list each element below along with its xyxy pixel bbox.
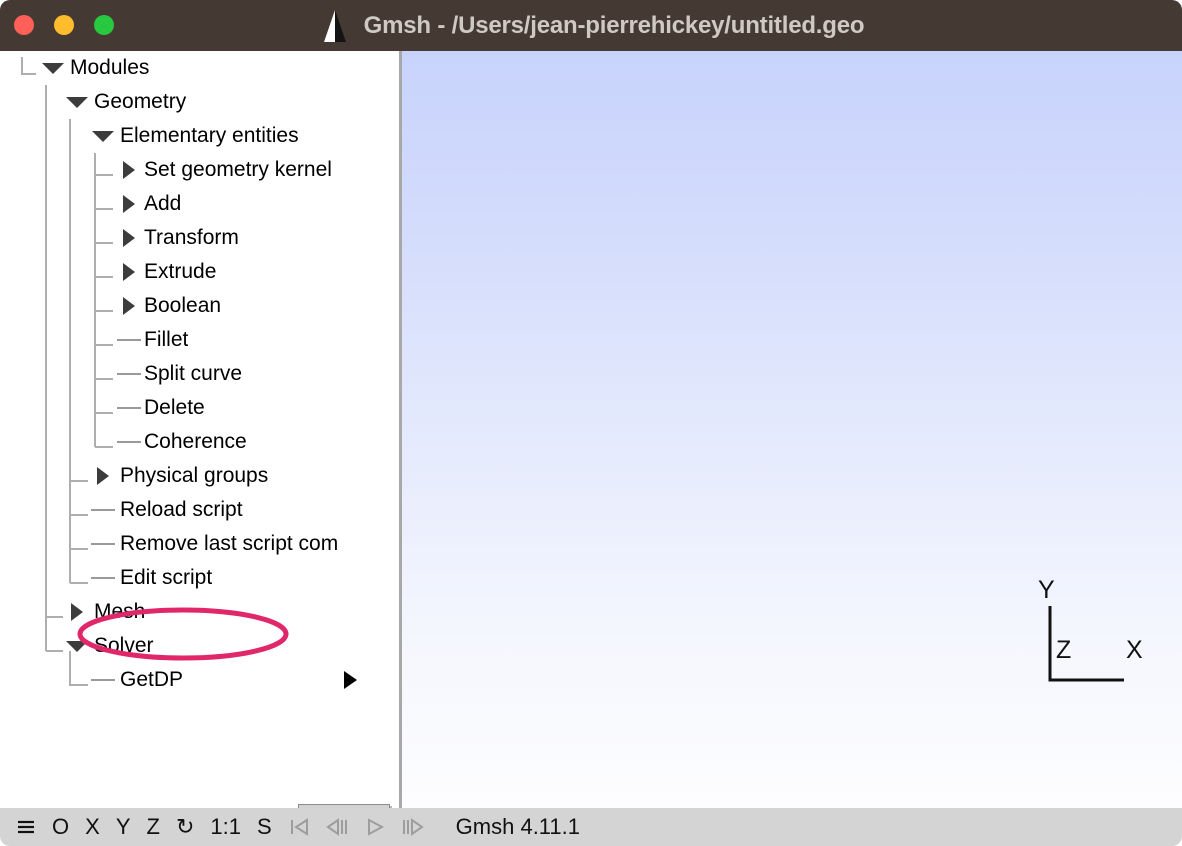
axis-label-z: Z xyxy=(1056,636,1072,664)
tree-item-label: Remove last script com xyxy=(120,532,339,555)
tree-item[interactable]: Mesh xyxy=(0,595,399,629)
chevron-right-icon[interactable] xyxy=(112,289,146,323)
tree-item-label: Extrude xyxy=(144,260,217,283)
tree-item[interactable]: Geometry xyxy=(0,85,399,119)
tree-item[interactable]: Fillet xyxy=(0,323,399,357)
gmsh-pyramid-logo-icon xyxy=(323,9,346,42)
tree-item-label: Geometry xyxy=(94,90,187,113)
tree-item-label: Coherence xyxy=(144,430,247,453)
chevron-right-icon[interactable] xyxy=(86,459,120,493)
tree-leaf-dash-icon xyxy=(86,663,120,697)
y-axis-icon[interactable]: Y xyxy=(108,808,139,846)
tree-item[interactable]: GetDP xyxy=(0,663,399,697)
tree-leaf-dash-icon xyxy=(112,391,146,425)
tree-leaf-dash-icon xyxy=(112,357,146,391)
tree-leaf-dash-icon xyxy=(112,323,146,357)
tree-item-label: Transform xyxy=(144,226,239,249)
tree-item-label: Boolean xyxy=(144,294,222,317)
chevron-down-icon[interactable] xyxy=(60,85,94,119)
tree-item-label: GetDP xyxy=(120,668,184,691)
gmsh-window: Gmsh - /Users/jean-pierrehickey/untitled… xyxy=(0,0,1182,846)
module-tree: Modules Geometry Elementary entities Set ge… xyxy=(0,51,399,697)
tree-item-label: Add xyxy=(144,192,182,215)
tree-item[interactable]: Delete xyxy=(0,391,399,425)
title-bar: Gmsh - /Users/jean-pierrehickey/untitled… xyxy=(0,0,1182,51)
title-center-group: Gmsh - /Users/jean-pierrehickey/untitled… xyxy=(0,0,1182,51)
tree-item-label: Modules xyxy=(70,56,150,79)
step-backward-icon[interactable] xyxy=(318,816,356,838)
tree-leaf-dash-icon xyxy=(86,561,120,595)
rotate-icon[interactable]: ↻ xyxy=(168,808,202,846)
tree-item[interactable]: Reload script xyxy=(0,493,399,527)
tree-item-label: Delete xyxy=(144,396,205,419)
origin-icon[interactable]: O xyxy=(44,808,77,846)
tree-item[interactable]: Boolean xyxy=(0,289,399,323)
tree-item-label: Physical groups xyxy=(120,464,269,487)
tree-leaf-dash-icon xyxy=(86,493,120,527)
z-axis-icon[interactable]: Z xyxy=(139,808,168,846)
tree-item[interactable]: Extrude xyxy=(0,255,399,289)
tree-item-label: Solver xyxy=(94,634,154,657)
module-tree-panel: Modules Geometry Elementary entities Set ge… xyxy=(0,51,399,808)
tree-item[interactable]: Coherence xyxy=(0,425,399,459)
select-mode-label[interactable]: S xyxy=(249,808,280,846)
tree-item-label: Mesh xyxy=(94,600,146,623)
axis-label-x: X xyxy=(1126,636,1143,664)
tree-item[interactable]: Physical groups xyxy=(0,459,399,493)
play-icon[interactable] xyxy=(356,816,394,838)
submenu-arrow-icon[interactable] xyxy=(344,671,357,689)
tree-leaf-dash-icon xyxy=(86,527,120,561)
chevron-right-icon[interactable] xyxy=(112,187,146,221)
graphics-viewport[interactable]: Y X Z xyxy=(402,51,1182,808)
step-forward-icon[interactable] xyxy=(394,816,432,838)
main-body: Modules Geometry Elementary entities Set ge… xyxy=(0,51,1182,808)
window-title: Gmsh - /Users/jean-pierrehickey/untitled… xyxy=(363,11,865,39)
chevron-right-icon[interactable] xyxy=(112,221,146,255)
tree-item[interactable]: Solver xyxy=(0,629,399,663)
tree-item-label: Reload script xyxy=(120,498,243,521)
skip-to-start-icon[interactable] xyxy=(280,816,318,838)
menu-icon[interactable] xyxy=(8,816,44,838)
tree-item[interactable]: Edit script xyxy=(0,561,399,595)
axis-triad: Y X Z xyxy=(1028,576,1158,698)
tree-item[interactable]: Split curve xyxy=(0,357,399,391)
chevron-right-icon[interactable] xyxy=(112,255,146,289)
tree-item[interactable]: Add xyxy=(0,187,399,221)
version-label: Gmsh 4.11.1 xyxy=(455,814,580,839)
tree-item-label: Split curve xyxy=(144,362,243,385)
chevron-down-icon[interactable] xyxy=(86,119,120,153)
chevron-down-icon[interactable] xyxy=(60,629,94,663)
tree-item[interactable]: Modules xyxy=(0,51,399,85)
chevron-right-icon[interactable] xyxy=(112,153,146,187)
chevron-down-icon[interactable] xyxy=(36,51,70,85)
tree-item[interactable]: Set geometry kernel xyxy=(0,153,399,187)
x-axis-icon[interactable]: X xyxy=(77,808,108,846)
tree-item-label: Set geometry kernel xyxy=(144,158,332,181)
tree-leaf-dash-icon xyxy=(112,425,146,459)
scale-label[interactable]: 1:1 xyxy=(202,808,249,846)
status-bar: O X Y Z ↻ 1:1 S Gmsh 4.11.1 xyxy=(0,808,1182,846)
tree-item[interactable]: Elementary entities xyxy=(0,119,399,153)
tree-item-label: Elementary entities xyxy=(120,124,299,147)
tree-item-label: Fillet xyxy=(144,328,189,351)
chevron-right-icon[interactable] xyxy=(60,595,94,629)
tree-item[interactable]: Remove last script com xyxy=(0,527,399,561)
tree-item-label: Edit script xyxy=(120,566,213,589)
axis-label-y: Y xyxy=(1038,576,1055,604)
tree-item[interactable]: Transform xyxy=(0,221,399,255)
